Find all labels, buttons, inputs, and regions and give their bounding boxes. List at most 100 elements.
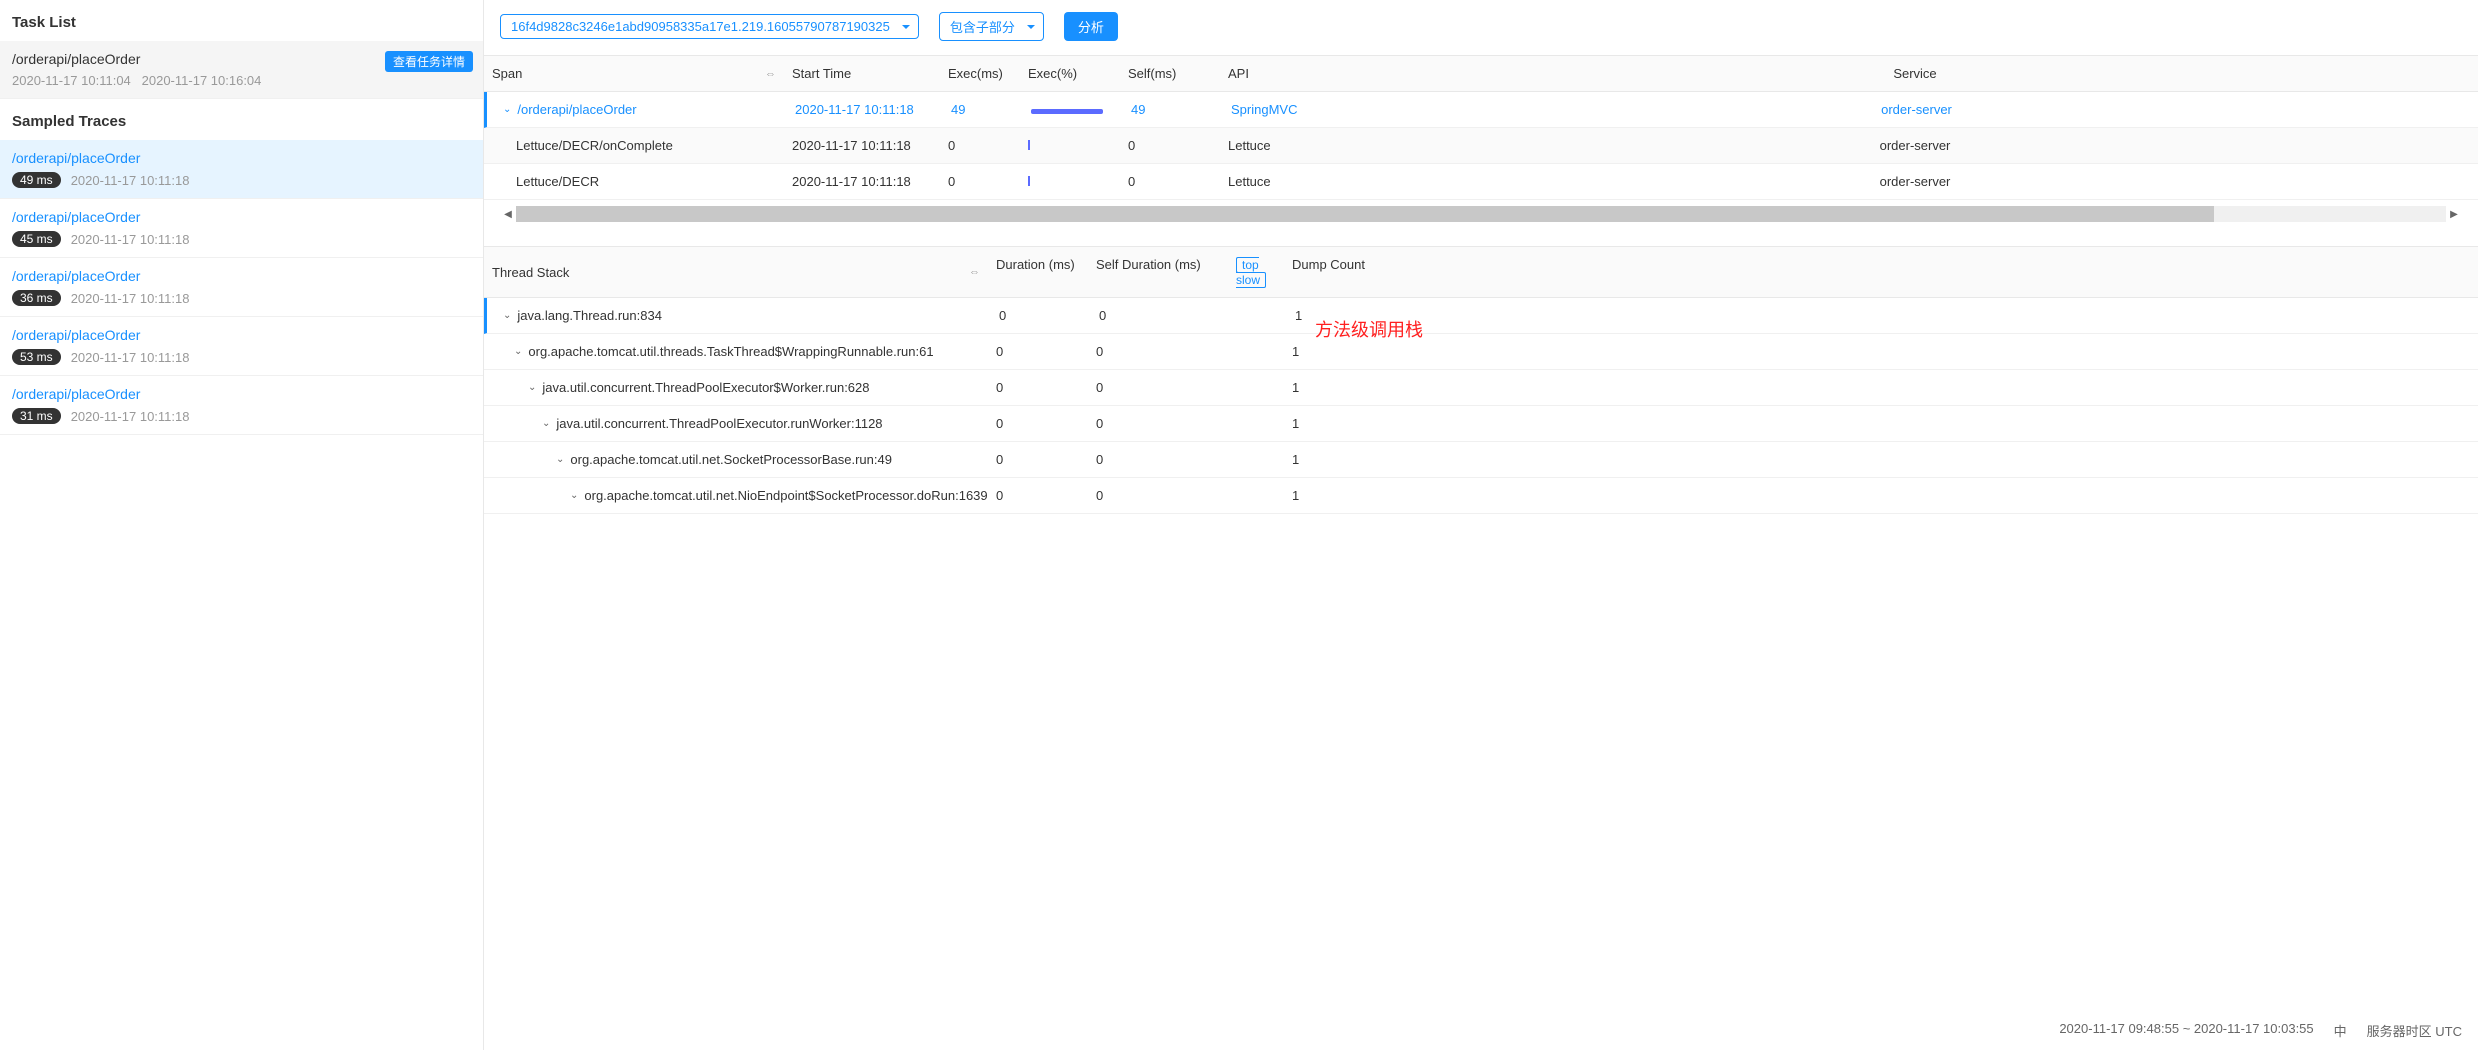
chevron-down-icon[interactable]: ⌄	[528, 382, 536, 393]
trace-name[interactable]: /orderapi/placeOrder	[12, 209, 471, 225]
stack-table-header: Thread Stack⇔ Duration (ms) Self Duratio…	[484, 246, 2478, 298]
stack-frame-name: java.util.concurrent.ThreadPoolExecutor$…	[542, 380, 869, 395]
span-self: 49	[1123, 92, 1223, 127]
stack-self-duration: 0	[1088, 334, 1228, 369]
stack-dump-count: 1	[1284, 442, 1404, 477]
task-item[interactable]: /orderapi/placeOrder 2020-11-17 10:11:04…	[0, 41, 483, 99]
span-exec-bar	[1020, 128, 1120, 163]
scroll-left-icon[interactable]: ◀	[500, 206, 516, 222]
span-header-start: Start Time	[784, 56, 940, 91]
trace-name[interactable]: /orderapi/placeOrder	[12, 386, 471, 402]
chevron-down-icon[interactable]: ⌄	[503, 310, 511, 321]
span-row[interactable]: Lettuce/DECR/onComplete 2020-11-17 10:11…	[484, 128, 2478, 164]
trace-id-select[interactable]: 16f4d9828c3246e1abd90958335a17e1.219.160…	[500, 14, 919, 39]
resize-icon[interactable]: ⇔	[969, 266, 980, 278]
trace-item[interactable]: /orderapi/placeOrder 45 ms 2020-11-17 10…	[0, 199, 483, 258]
span-service: order-server	[1355, 92, 2478, 127]
footer-time-range: 2020-11-17 09:48:55 ~ 2020-11-17 10:03:5…	[2059, 1021, 2313, 1040]
stack-dump-count: 1	[1284, 478, 1404, 513]
trace-time: 2020-11-17 10:11:18	[71, 409, 190, 424]
stack-header-stack: Thread Stack⇔	[484, 247, 988, 297]
span-exec: 49	[943, 92, 1023, 127]
span-exec-bar	[1020, 164, 1120, 199]
trace-item[interactable]: /orderapi/placeOrder 53 ms 2020-11-17 10…	[0, 317, 483, 376]
stack-header-duration: Duration (ms)	[988, 247, 1088, 297]
task-detail-button[interactable]: 查看任务详情	[385, 51, 473, 72]
span-exec: 0	[940, 128, 1020, 163]
chevron-down-icon[interactable]: ⌄	[570, 490, 578, 501]
span-self: 0	[1120, 128, 1220, 163]
chevron-down-icon[interactable]: ⌄	[556, 454, 564, 465]
toolbar: 16f4d9828c3246e1abd90958335a17e1.219.160…	[484, 4, 2478, 55]
trace-item[interactable]: /orderapi/placeOrder 31 ms 2020-11-17 10…	[0, 376, 483, 435]
stack-self-duration: 0	[1088, 442, 1228, 477]
duration-badge: 49 ms	[12, 172, 61, 188]
trace-time: 2020-11-17 10:11:18	[71, 173, 190, 188]
span-table-header: Span⇔ Start Time Exec(ms) Exec(%) Self(m…	[484, 56, 2478, 92]
span-service: order-server	[1352, 128, 2478, 163]
stack-dump-count: 1	[1284, 370, 1404, 405]
left-panel: Task List /orderapi/placeOrder 2020-11-1…	[0, 0, 484, 1050]
stack-self-duration: 0	[1088, 478, 1228, 513]
analyze-button[interactable]: 分析	[1064, 12, 1118, 41]
stack-row[interactable]: ⌄ java.util.concurrent.ThreadPoolExecutor…	[484, 406, 2478, 442]
span-header-span: Span⇔	[484, 56, 784, 91]
span-table: Span⇔ Start Time Exec(ms) Exec(%) Self(m…	[484, 55, 2478, 200]
stack-header-self: Self Duration (ms)	[1088, 247, 1228, 297]
span-header-api: API	[1220, 56, 1352, 91]
footer-lang[interactable]: 中	[2334, 1021, 2347, 1040]
stack-row[interactable]: ⌄ java.util.concurrent.ThreadPoolExecutor…	[484, 370, 2478, 406]
trace-item[interactable]: /orderapi/placeOrder 36 ms 2020-11-17 10…	[0, 258, 483, 317]
span-exec: 0	[940, 164, 1020, 199]
stack-duration: 0	[991, 298, 1091, 333]
span-name: Lettuce/DECR/onComplete	[516, 138, 673, 153]
stack-row[interactable]: ⌄org.apache.tomcat.util.net.NioEndpoint$…	[484, 478, 2478, 514]
stack-dump-count: 1	[1284, 334, 1404, 369]
horizontal-scrollbar[interactable]: ◀ ▶	[500, 206, 2462, 222]
span-name: /orderapi/placeOrder	[517, 102, 636, 117]
stack-row[interactable]: 方法级调用栈⌄java.lang.Thread.run:834 0 0 1	[484, 298, 2478, 334]
stack-duration: 0	[988, 442, 1088, 477]
footer: 2020-11-17 09:48:55 ~ 2020-11-17 10:03:5…	[2059, 1021, 2462, 1040]
trace-name[interactable]: /orderapi/placeOrder	[12, 150, 471, 166]
stack-frame-name: java.lang.Thread.run:834	[517, 308, 662, 323]
trace-time: 2020-11-17 10:11:18	[71, 350, 190, 365]
chevron-down-icon[interactable]: ⌄	[542, 418, 550, 429]
chevron-down-icon[interactable]: ⌄	[514, 346, 522, 357]
stack-dump-count: 1	[1284, 406, 1404, 441]
span-header-self: Self(ms)	[1120, 56, 1220, 91]
scroll-right-icon[interactable]: ▶	[2446, 206, 2462, 222]
span-header-service: Service	[1352, 56, 2478, 91]
span-row[interactable]: ⌄ /orderapi/placeOrder 2020-11-17 10:11:1…	[484, 92, 2478, 128]
span-api: Lettuce	[1220, 128, 1352, 163]
span-start: 2020-11-17 10:11:18	[787, 92, 943, 127]
span-self: 0	[1120, 164, 1220, 199]
footer-tz: 服务器时区 UTC	[2367, 1021, 2462, 1040]
span-row[interactable]: Lettuce/DECR 2020-11-17 10:11:18 0 0 Let…	[484, 164, 2478, 200]
stack-self-duration: 0	[1088, 406, 1228, 441]
stack-frame-name: java.util.concurrent.ThreadPoolExecutor.…	[556, 416, 882, 431]
span-start: 2020-11-17 10:11:18	[784, 164, 940, 199]
duration-badge: 53 ms	[12, 349, 61, 365]
chevron-down-icon[interactable]: ⌄	[503, 104, 511, 115]
stack-duration: 0	[988, 334, 1088, 369]
trace-name[interactable]: /orderapi/placeOrder	[12, 268, 471, 284]
resize-icon[interactable]: ⇔	[765, 68, 776, 80]
span-name: Lettuce/DECR	[516, 174, 599, 189]
stack-duration: 0	[988, 370, 1088, 405]
duration-badge: 31 ms	[12, 408, 61, 424]
right-panel: 16f4d9828c3246e1abd90958335a17e1.219.160…	[484, 0, 2478, 1050]
duration-badge: 36 ms	[12, 290, 61, 306]
span-header-execpct: Exec(%)	[1020, 56, 1120, 91]
trace-item[interactable]: /orderapi/placeOrder 49 ms 2020-11-17 10…	[0, 140, 483, 199]
stack-row[interactable]: ⌄org.apache.tomcat.util.net.SocketProces…	[484, 442, 2478, 478]
thread-stack-section: Thread Stack⇔ Duration (ms) Self Duratio…	[484, 246, 2478, 514]
stack-duration: 0	[988, 478, 1088, 513]
filter-select[interactable]: 包含子部分	[939, 12, 1044, 41]
span-service: order-server	[1352, 164, 2478, 199]
trace-name[interactable]: /orderapi/placeOrder	[12, 327, 471, 343]
task-times: 2020-11-17 10:11:04 2020-11-17 10:16:04	[12, 73, 471, 88]
stack-row[interactable]: ⌄org.apache.tomcat.util.threads.TaskThre…	[484, 334, 2478, 370]
span-exec-bar	[1023, 92, 1123, 127]
trace-time: 2020-11-17 10:11:18	[71, 291, 190, 306]
